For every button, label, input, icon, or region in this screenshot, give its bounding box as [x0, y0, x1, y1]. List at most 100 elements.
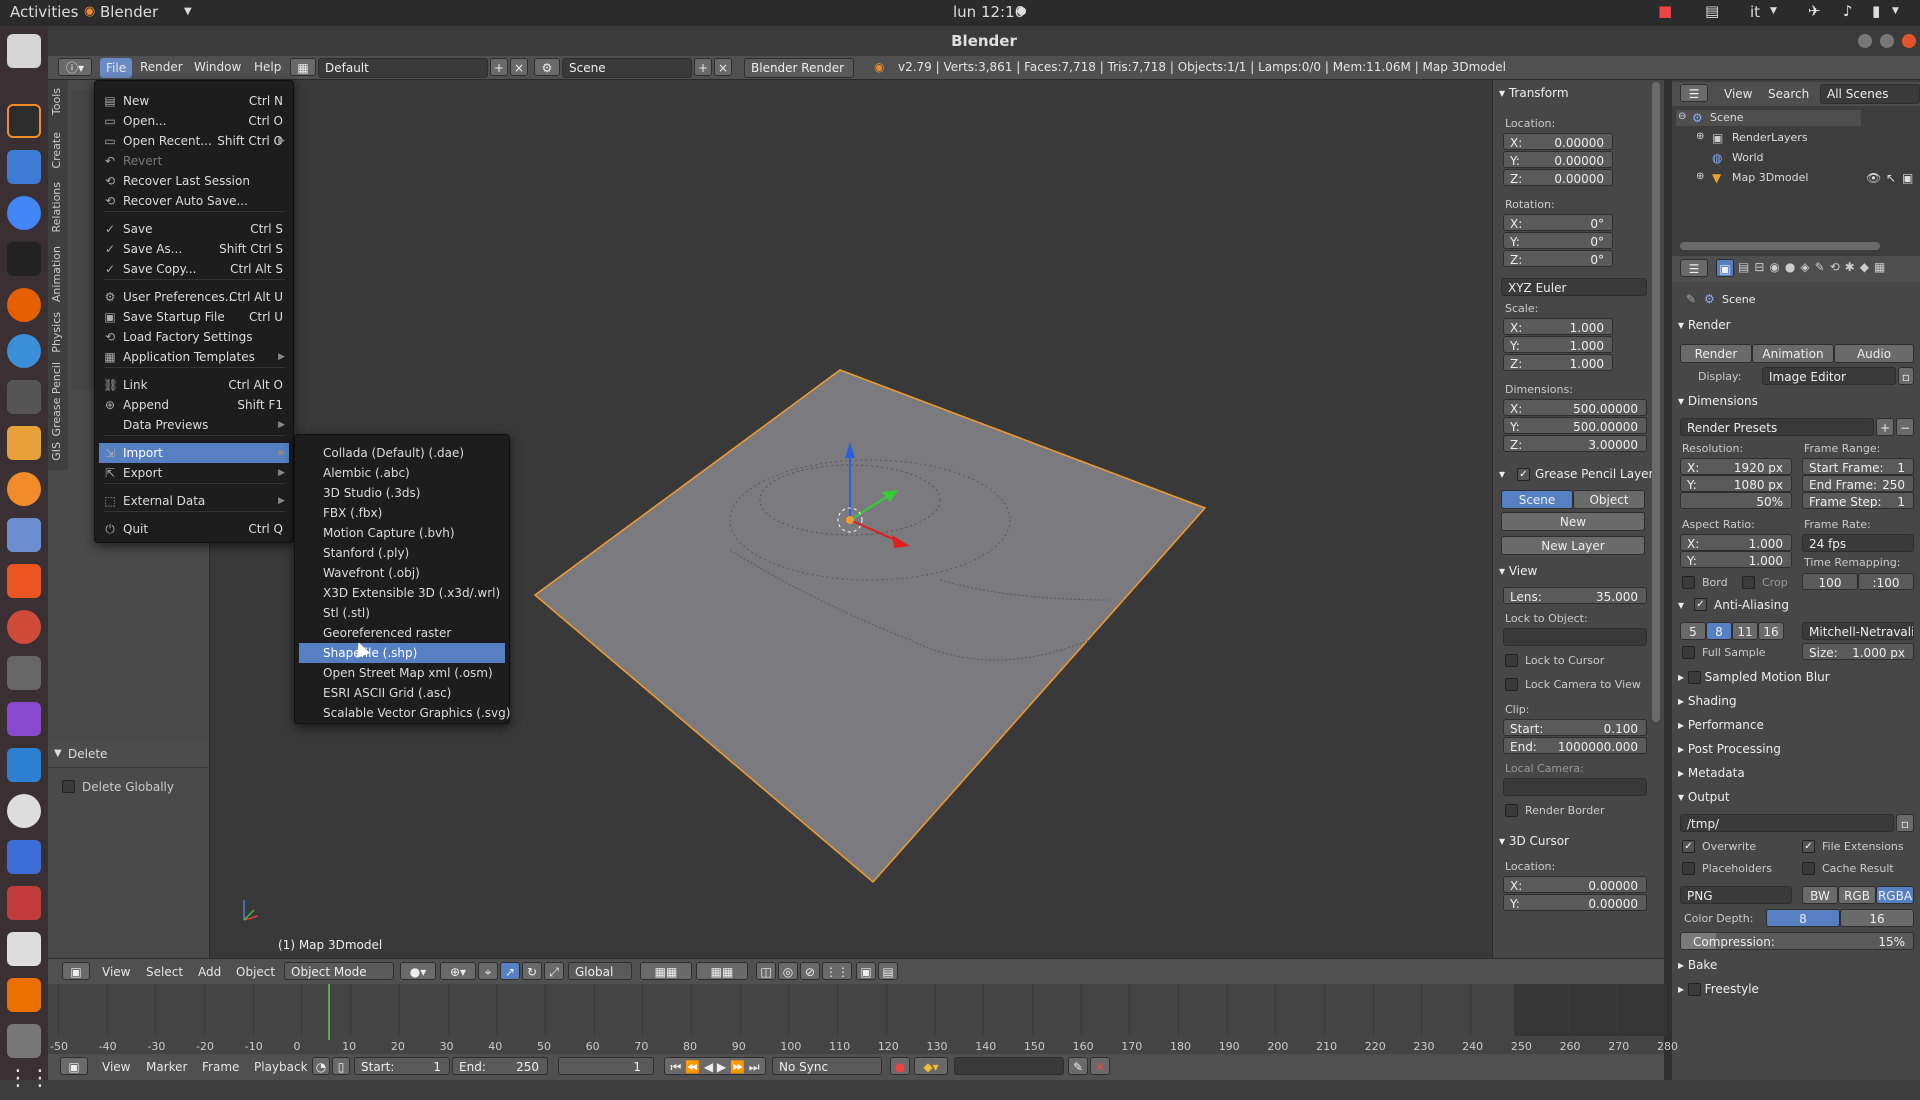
lock-camera-checkbox[interactable] [1505, 678, 1518, 691]
import-item-alembic-abc[interactable]: Alembic (.abc) [299, 463, 505, 483]
photos-icon[interactable] [7, 702, 41, 736]
scale-icon[interactable]: ⤢ [544, 962, 564, 980]
tab-relations[interactable]: Relations [50, 182, 66, 233]
npanel-scrollbar[interactable] [1652, 82, 1660, 722]
dimension-x-field[interactable]: X: 500.00000 [1503, 399, 1647, 416]
outliner-filter-select[interactable]: All Scenes [1820, 84, 1920, 104]
resolution-x-field[interactable]: X: 1920 px [1680, 458, 1792, 475]
add-menu[interactable]: Add [198, 965, 221, 979]
fontforge-icon[interactable] [7, 886, 41, 920]
new-layer-button[interactable]: New Layer [1501, 536, 1645, 555]
layers-grid-a[interactable]: ▦▦ [640, 962, 692, 980]
mode-select[interactable]: Object Mode [284, 962, 394, 980]
tl-view-menu[interactable]: View [102, 1060, 130, 1074]
view-panel-header[interactable]: ▾ View [1499, 564, 1537, 578]
lock-layers-icon[interactable]: ◫ [756, 962, 776, 980]
layout-browse-button[interactable]: ▦ [290, 58, 316, 76]
file-menu-item-export[interactable]: ⇱ Export ▶ [99, 463, 289, 483]
start-frame-field[interactable]: Start: 1 [354, 1057, 450, 1075]
maximize-button[interactable] [1880, 34, 1894, 48]
file-menu-item-save-as[interactable]: ✓ Save As... Shift Ctrl S [99, 239, 289, 259]
minimize-button[interactable] [1858, 34, 1872, 48]
dimensions-panel-header[interactable]: ▾ Dimensions [1678, 394, 1758, 408]
aa-filter-select[interactable]: Mitchell-Netravali [1802, 622, 1914, 640]
record-button[interactable]: ● [890, 1057, 910, 1075]
tl-playback-menu[interactable]: Playback [254, 1060, 308, 1074]
import-item-x3d-extensible-3d-x3d-wrl[interactable]: X3D Extensible 3D (.x3d/.wrl) [299, 583, 505, 603]
tab-tools[interactable]: Tools [50, 88, 66, 115]
section-motion-blur[interactable]: ▸ Sampled Motion Blur [1678, 670, 1830, 684]
gp-scene-button[interactable]: Scene [1501, 490, 1573, 509]
tab-grease-pencil[interactable]: Grease Pencil [50, 362, 66, 436]
outliner-row-renderlayers[interactable]: ⊕ ▣ RenderLayers [1676, 130, 1916, 146]
import-item-collada-default-dae[interactable]: Collada (Default) (.dae) [299, 443, 505, 463]
section-freestyle[interactable]: ▸ Freestyle [1678, 982, 1759, 996]
scene-browse-button[interactable]: ⚙ [534, 58, 560, 76]
render-context-icon[interactable]: ▣ [1716, 259, 1734, 277]
language-indicator[interactable]: it [1750, 3, 1760, 21]
blender-icon[interactable] [7, 104, 41, 138]
file-menu-item-open[interactable]: ▭ Open... Ctrl O [99, 111, 289, 131]
renderable-camera-icon[interactable]: ▣ [1902, 171, 1913, 185]
audio-button[interactable]: Audio [1834, 344, 1914, 363]
view-menu[interactable]: View [102, 965, 130, 979]
scale-x-field[interactable]: X: 1.000 [1503, 318, 1613, 335]
aa-panel-header[interactable]: ▾ [1678, 598, 1684, 612]
editor-type-button[interactable]: ☰ [1680, 84, 1708, 102]
border-checkbox[interactable] [1682, 576, 1695, 589]
editor-type-button[interactable]: ▣ [60, 1057, 88, 1075]
depth-16-button[interactable]: 16 [1840, 909, 1914, 927]
editor-icon[interactable] [7, 334, 41, 368]
rotation-z-field[interactable]: Z: 0° [1503, 250, 1613, 267]
location-x-field[interactable]: X: 0.00000 [1503, 133, 1613, 150]
window-menu-button[interactable]: Window [194, 60, 241, 74]
blender2-icon[interactable] [7, 472, 41, 506]
snap-element-icon[interactable]: ⋮⋮ [822, 962, 852, 980]
select-menu[interactable]: Select [146, 965, 183, 979]
files-icon[interactable] [7, 34, 41, 68]
import-item-shapefile-shp[interactable]: Shapefile (.shp) [299, 643, 505, 663]
share-icon[interactable] [7, 748, 41, 782]
file-menu-item-recover-auto-save[interactable]: ⟲ Recover Auto Save... [99, 191, 289, 211]
add-scene-icon[interactable]: + [694, 58, 712, 76]
tab-physics[interactable]: Physics [50, 312, 66, 353]
tab-create[interactable]: Create [50, 132, 66, 169]
end-frame-field[interactable]: End Frame: 250 [1802, 475, 1914, 492]
outliner-scrollbar[interactable] [1680, 242, 1880, 250]
aa-samples-8[interactable]: 8 [1706, 622, 1732, 640]
aspect-y-field[interactable]: Y: 1.000 [1680, 551, 1792, 568]
help-menu-button[interactable]: Help [254, 60, 281, 74]
area-divider[interactable] [1664, 80, 1672, 1080]
layers-grid-b[interactable]: ▦▦ [696, 962, 748, 980]
import-item-esri-ascii-grid-asc[interactable]: ESRI ASCII Grid (.asc) [299, 683, 505, 703]
tab-gis[interactable]: GIS [50, 442, 66, 461]
add-layout-icon[interactable]: + [490, 58, 508, 76]
render-border-checkbox[interactable] [1505, 804, 1518, 817]
writer-icon[interactable] [7, 150, 41, 184]
add-preset-icon[interactable]: + [1876, 418, 1894, 436]
import-item-stl-stl[interactable]: Stl (.stl) [299, 603, 505, 623]
freestyle-checkbox[interactable] [1687, 983, 1701, 996]
aa-checkbox[interactable]: ✓ [1694, 598, 1707, 611]
file-menu-item-save-startup-file[interactable]: ▣ Save Startup File Ctrl U [99, 307, 289, 327]
color-rgb-button[interactable]: RGB [1838, 886, 1876, 904]
file-format-select[interactable]: PNG [1680, 886, 1792, 904]
visibility-eye-icon[interactable]: 👁 [1866, 171, 1881, 185]
terminal-icon[interactable] [7, 242, 41, 276]
proportional-icon[interactable]: ◎ [778, 962, 798, 980]
compression-slider[interactable]: Compression: 15% [1680, 932, 1914, 950]
end-frame-field[interactable]: End: 250 [452, 1057, 548, 1075]
outliner-view-menu[interactable]: View [1724, 87, 1752, 101]
aa-samples-5[interactable]: 5 [1680, 622, 1706, 640]
dimension-y-field[interactable]: Y: 500.00000 [1503, 417, 1647, 434]
cube-icon[interactable] [7, 840, 41, 874]
pivot-button[interactable]: ⊕▾ [440, 962, 476, 980]
impress-icon[interactable] [7, 426, 41, 460]
gimp-icon[interactable] [7, 380, 41, 414]
selectable-cursor-icon[interactable]: ↖ [1886, 171, 1896, 185]
lock-cursor-checkbox[interactable] [1505, 654, 1518, 667]
close-button[interactable] [1902, 34, 1916, 48]
keying-set-field[interactable] [954, 1057, 1064, 1075]
expand-icon[interactable]: ⊕ [1696, 131, 1704, 142]
outliner-row-map3dmodel[interactable]: ⊕ ▼ Map 3Dmodel 👁 ↖ ▣ [1676, 170, 1916, 186]
